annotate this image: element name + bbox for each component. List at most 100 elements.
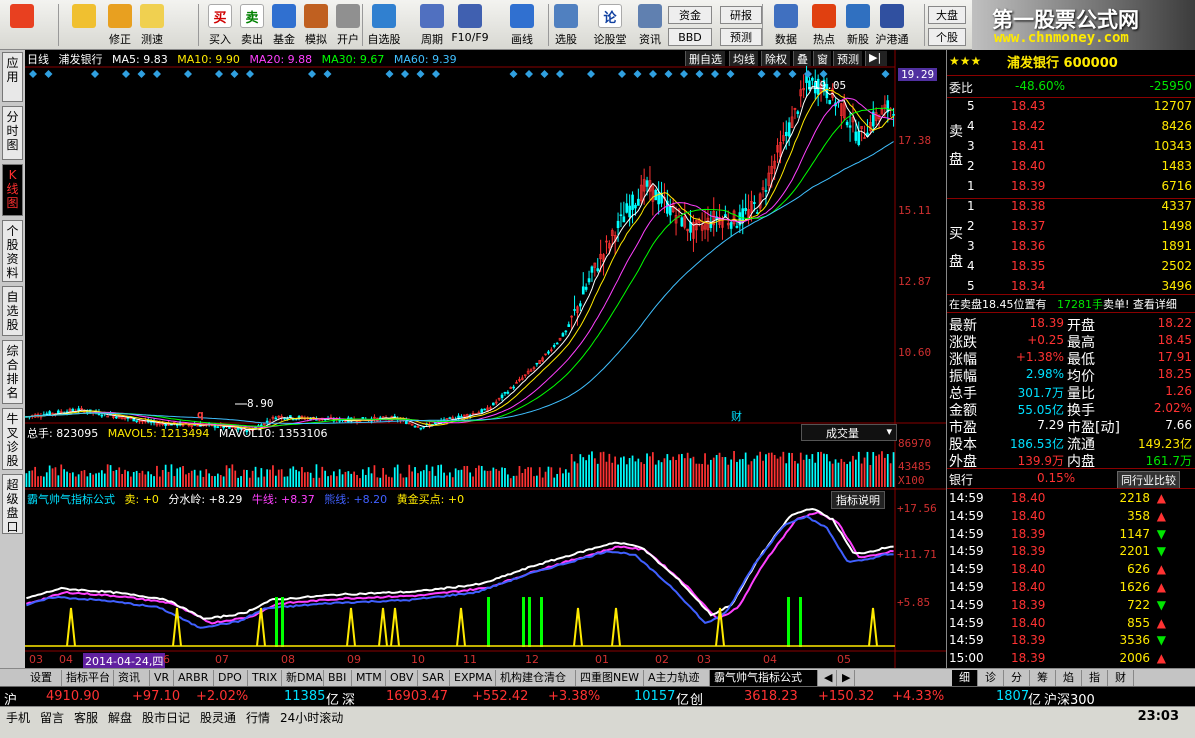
indicator-tab-16[interactable]: 霸气帅气指标公式 [710,670,818,686]
toolbar-small-button-3[interactable]: 预测 [720,28,762,46]
indicator-tab-2[interactable]: 资讯 [114,670,150,686]
indicator-tab-4[interactable]: ARBR [174,670,214,686]
toolbar-button-0[interactable] [4,2,40,48]
toolbar-small-button-2[interactable]: 研报 [720,6,762,24]
indicator-tab-10[interactable]: OBV [386,670,418,686]
chart-button-4[interactable]: 窗 [813,51,831,66]
indicator-tab-5[interactable]: DPO [214,670,248,686]
toolbar-button-9[interactable]: 自选股 [368,2,401,48]
status-link-0[interactable]: 手机 [6,709,30,726]
toolbar-small-button-5[interactable]: 个股 [928,28,966,46]
candle [857,121,861,147]
ask-row[interactable]: 2 18.40 1483 [947,158,1195,176]
toolbar-button-3[interactable]: 测速 [136,2,168,48]
indicator-explain-button[interactable]: 指标说明 [831,491,885,509]
indicator-tab-9[interactable]: MTM [352,670,386,686]
quote-tab-1[interactable]: 诊 [978,670,1004,686]
status-link-6[interactable]: 行情 [246,709,270,726]
candle [274,415,278,420]
toolbar-button-2[interactable]: 修正 [104,2,136,48]
bid-row[interactable]: 4 18.35 2502 [947,258,1195,276]
ask-row[interactable]: 1 18.39 6716 [947,178,1195,196]
stat-value: +1.38% [1015,350,1064,364]
toolbar-button-15[interactable]: 资讯 [634,2,666,48]
status-link-1[interactable]: 留言 [40,709,64,726]
divider [947,312,1195,313]
chart-panel-arrow-icon[interactable]: ▶| [865,51,887,66]
indicator-tab-12[interactable]: EXPMA [450,670,496,686]
quote-tab-4[interactable]: 焰 [1056,670,1082,686]
quote-tab-2[interactable]: 分 [1004,670,1030,686]
toolbar-small-button-4[interactable]: 大盘 [928,6,966,24]
chart-button-2[interactable]: 除权 [761,51,790,66]
candle [538,359,542,364]
left-tab-0[interactable]: 应用 [2,52,23,102]
indicator-tab-11[interactable]: SAR [418,670,450,686]
left-tab-4[interactable]: 自选股 [2,286,23,336]
chart-button-0[interactable]: 删自选 [685,51,725,66]
left-tab-6[interactable]: 牛叉诊股 [2,408,23,470]
status-link-5[interactable]: 股灵通 [200,709,236,726]
indicator-tab-15[interactable]: A主力轨迹 [644,670,710,686]
toolbar-button-13[interactable]: 选股 [550,2,582,48]
bid-row[interactable]: 3 18.36 1891 [947,238,1195,256]
toolbar-button-4[interactable]: 买买入 [204,2,236,48]
quote-tab-3[interactable]: 筹 [1030,670,1056,686]
toolbar-button-10[interactable]: 周期 [416,2,448,48]
left-tab-7[interactable]: 超级盘口 [2,474,23,534]
large-order-notice[interactable]: 在卖盘18.45位置有 17281手 卖单! 查看详细 [947,295,1195,313]
indicator-name[interactable]: 霸气帅气指标公式 [27,493,115,506]
ask-row[interactable]: 4 18.42 8426 [947,118,1195,136]
left-tab-5[interactable]: 综合排名 [2,340,23,404]
toolbar-button-12[interactable]: 画线 [506,2,538,48]
data-icon [774,4,798,28]
toolbar-button-1[interactable] [66,2,102,48]
quote-tab-6[interactable]: 财 [1108,670,1134,686]
tab-scroll-right-icon[interactable]: ▶ [838,670,856,686]
indicator-tab-7[interactable]: 新DMA [282,670,324,686]
chart-button-5[interactable]: 预测 [833,51,862,66]
quote-tab-0[interactable]: 细 [952,670,978,686]
cai-mark[interactable]: 财 [731,408,742,424]
toolbar-button-19[interactable]: 沪港通 [876,2,909,48]
indicator-tab-6[interactable]: TRIX [248,670,282,686]
toolbar-button-8[interactable]: 开户 [332,2,364,48]
toolbar-button-6[interactable]: 基金 [268,2,300,48]
indicator-tab-14[interactable]: 四重图NEW [576,670,644,686]
indicator-tab-13[interactable]: 机构建仓清仓 [496,670,576,686]
toolbar-button-18[interactable]: 新股 [842,2,874,48]
left-tab-2[interactable]: K线图 [2,164,23,216]
toolbar-button-17[interactable]: 热点 [808,2,840,48]
industry-compare-button[interactable]: 同行业比较 [1117,471,1180,489]
bid-row[interactable]: 1 18.38 4337 [947,198,1195,216]
indicator-tab-1[interactable]: 指标平台 [62,670,114,686]
ask-row[interactable]: 3 18.41 10343 [947,138,1195,156]
volume-indicator-select[interactable]: 成交量 ▾ [801,424,897,441]
chart-canvas[interactable] [25,50,946,668]
q-mark[interactable]: q [197,408,204,421]
left-tab-3[interactable]: 个股资料 [2,220,23,282]
status-link-7[interactable]: 24小时滚动 [280,709,343,726]
indicator-tab-0[interactable]: 设置 [26,670,62,686]
toolbar-button-5[interactable]: 卖卖出 [236,2,268,48]
chart-button-1[interactable]: 均线 [729,51,758,66]
kline-chart-area[interactable]: 日线 浦发银行 MA5: 9.83 MA10: 9.90 MA20: 9.88 … [25,50,946,669]
quote-tab-5[interactable]: 指 [1082,670,1108,686]
toolbar-button-16[interactable]: 数据 [770,2,802,48]
toolbar-button-7[interactable]: 模拟 [300,2,332,48]
tab-scroll-left-icon[interactable]: ◀ [820,670,838,686]
toolbar-button-14[interactable]: 论论股堂 [594,2,627,48]
ask-row[interactable]: 5 18.43 12707 [947,98,1195,116]
status-link-2[interactable]: 客服 [74,709,98,726]
toolbar-small-button-1[interactable]: BBD [668,28,712,46]
period-label[interactable]: 日线 [27,53,49,66]
indicator-tab-8[interactable]: BBI [324,670,352,686]
status-link-4[interactable]: 股市日记 [142,709,190,726]
indicator-tab-3[interactable]: VR [150,670,174,686]
status-link-3[interactable]: 解盘 [108,709,132,726]
chart-button-3[interactable]: 叠 [793,51,811,66]
bid-row[interactable]: 2 18.37 1498 [947,218,1195,236]
left-tab-1[interactable]: 分时图 [2,106,23,160]
toolbar-button-11[interactable]: F10/F9 [451,2,489,48]
toolbar-small-button-0[interactable]: 资金 [668,6,712,24]
